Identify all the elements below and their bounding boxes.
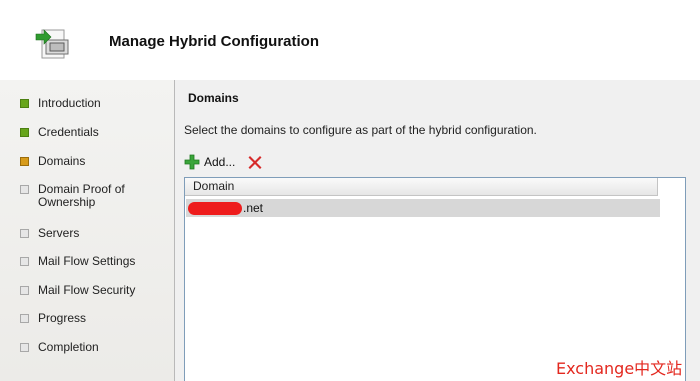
step-progress: Progress [20,312,86,325]
add-button-label: Add... [204,155,236,169]
step-pending-icon [20,257,29,266]
step-pending-icon [20,185,29,194]
step-label: Servers [38,226,80,240]
step-completed-icon [20,99,29,108]
step-completed-icon [20,128,29,137]
domain-row[interactable]: .net [186,199,660,217]
domains-toolbar: Add... [184,152,263,172]
step-label: Introduction [38,96,101,110]
green-plus-icon [184,154,200,170]
section-description: Select the domains to configure as part … [184,123,537,137]
step-label: Progress [38,311,87,325]
step-pending-icon [20,286,29,295]
step-pending-icon [20,229,29,238]
redaction-mark [188,202,242,215]
step-domain-proof-of-ownership: Domain Proof of Ownership [20,183,148,209]
column-header-domain[interactable]: Domain [185,178,658,196]
wizard-header: Manage Hybrid Configuration [0,0,700,80]
step-label: Mail Flow Settings [38,254,136,268]
red-x-icon[interactable] [247,154,263,170]
step-pending-icon [20,314,29,323]
step-completion: Completion [20,341,99,354]
watermark-text: Exchange中文站 [556,359,683,378]
section-title: Domains [188,91,239,105]
step-label: Mail Flow Security [38,283,136,297]
domains-list[interactable]: Domain .net [184,177,686,381]
step-label: Domains [38,154,86,168]
step-servers: Servers [20,227,79,240]
add-domain-button[interactable]: Add... [184,154,235,170]
step-pending-icon [20,343,29,352]
step-mail-flow-settings: Mail Flow Settings [20,255,135,268]
step-label: Domain Proof of Ownership [38,182,125,209]
step-current-icon [20,157,29,166]
step-domains: Domains [20,155,85,168]
step-credentials: Credentials [20,126,99,139]
step-label: Credentials [38,125,99,139]
domain-suffix: .net [243,201,264,215]
domains-page: Domains Select the domains to configure … [175,80,700,381]
step-introduction: Introduction [20,97,101,110]
step-label: Completion [38,340,99,354]
step-mail-flow-security: Mail Flow Security [20,284,135,297]
wizard-hybrid-config-icon [35,29,69,59]
page-title: Manage Hybrid Configuration [109,33,319,50]
